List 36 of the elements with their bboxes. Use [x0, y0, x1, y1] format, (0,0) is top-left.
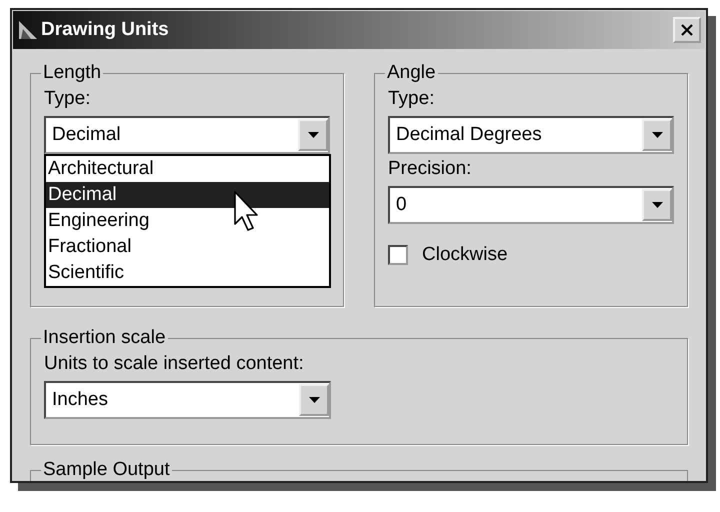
dropdown[interactable]: Inches	[44, 381, 331, 419]
dropdown-arrow-button[interactable]	[299, 384, 329, 416]
close-icon	[681, 24, 693, 36]
dropdown-option[interactable]: Architectural	[46, 156, 329, 182]
group-heading: Length	[42, 62, 102, 84]
field-label: Units to scale inserted content:	[44, 353, 305, 375]
checkbox[interactable]	[388, 245, 408, 265]
group-heading: Insertion scale	[42, 327, 167, 349]
dropdown[interactable]: 0	[388, 186, 674, 224]
dropdown-value: Decimal	[51, 124, 122, 146]
dropdown-option[interactable]: Fractional	[46, 234, 329, 260]
caret-icon	[652, 132, 662, 138]
caret-icon	[308, 397, 320, 403]
dropdown-arrow-button[interactable]	[298, 119, 328, 151]
field-label: Type:	[388, 88, 436, 110]
field-label: Type:	[44, 88, 92, 110]
dropdown[interactable]: Decimal	[44, 116, 330, 154]
dropdown-value: 0	[395, 194, 408, 216]
checkbox-label: Clockwise	[422, 244, 508, 266]
app-icon	[17, 19, 39, 41]
dropdown-arrow-button[interactable]	[642, 189, 672, 221]
dropdown-value: Decimal Degrees	[395, 124, 543, 146]
close-button[interactable]	[673, 17, 701, 43]
dropdown[interactable]: Decimal Degrees	[388, 116, 674, 154]
dropdown-option[interactable]: Engineering	[46, 208, 329, 234]
dropdown-arrow-button[interactable]	[642, 119, 672, 151]
mouse-pointer-icon	[233, 190, 259, 232]
group-heading: Angle	[386, 62, 437, 84]
field-label: Precision:	[388, 158, 472, 180]
group-heading: Sample Output	[42, 459, 171, 481]
caret-icon	[652, 202, 662, 208]
dropdown-value: Inches	[51, 389, 109, 411]
window-title: Drawing Units	[41, 19, 170, 41]
dropdown-option[interactable]: Decimal	[46, 182, 329, 208]
dropdown-option[interactable]: Scientific	[46, 260, 329, 286]
caret-icon	[308, 132, 318, 138]
